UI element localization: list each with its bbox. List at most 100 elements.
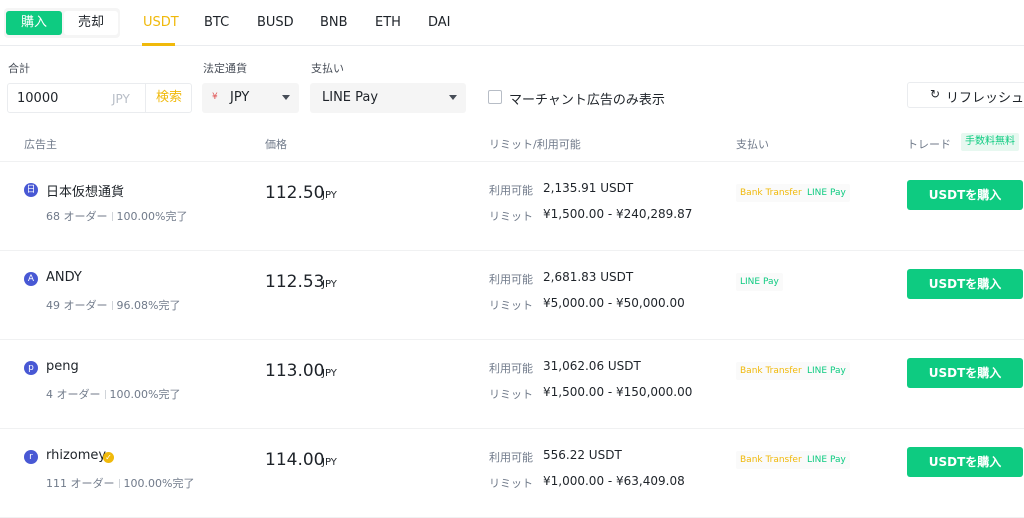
verified-icon: ✓ [103, 452, 114, 463]
buy-usdt-button[interactable]: USDTを購入 [907, 180, 1023, 210]
limit-value: ¥1,000.00 - ¥63,409.08 [543, 474, 685, 488]
payment-select[interactable]: LINE Pay [310, 83, 466, 113]
available-value: 31,062.06 USDT [543, 359, 641, 373]
payment-tag-line-pay: LINE Pay [803, 451, 850, 469]
price-value: 114.00 [265, 450, 325, 470]
price-value: 112.53 [265, 272, 325, 292]
price-currency: JPY [322, 190, 337, 201]
merchant-only-label[interactable]: マーチャント広告のみ表示 [509, 89, 665, 108]
price-value: 113.00 [265, 361, 325, 381]
buy-sell-toggle: 購入 売却 [4, 8, 120, 38]
avatar: r [24, 450, 38, 464]
limit-label: リミット [489, 210, 533, 223]
yen-icon: ¥ [212, 92, 218, 102]
payment-tag-line-pay: LINE Pay [803, 184, 850, 202]
asset-tab-usdt[interactable]: USDT [143, 15, 179, 30]
advertiser-stats: 4 オーダー 100.00%完了 [46, 386, 180, 402]
asset-tab-bnb[interactable]: BNB [320, 15, 348, 30]
available-label: 利用可能 [489, 184, 533, 197]
completion-rate: 100.00%完了 [109, 388, 181, 401]
order-count: 49 オーダー [46, 299, 108, 312]
available-label: 利用可能 [489, 451, 533, 464]
header-price: 価格 [265, 138, 287, 151]
completion-rate: 100.00%完了 [116, 210, 188, 223]
advertiser-stats: 49 オーダー 96.08%完了 [46, 297, 180, 313]
buy-usdt-button[interactable]: USDTを購入 [907, 358, 1023, 388]
table-row: A ANDY 49 オーダー 96.08%完了 112.53 JPY 利用可能 2… [0, 251, 1024, 340]
fiat-select[interactable]: ¥ JPY [202, 83, 299, 113]
available-label: 利用可能 [489, 362, 533, 375]
refresh-label: リフレッシュ [946, 91, 1024, 106]
avatar: 日 [24, 183, 38, 197]
asset-tab-dai[interactable]: DAI [428, 15, 451, 30]
payment-value: LINE Pay [322, 90, 379, 105]
advertiser-stats: 68 オーダー 100.00%完了 [46, 208, 187, 224]
limit-value: ¥5,000.00 - ¥50,000.00 [543, 296, 685, 310]
advertiser-name[interactable]: ANDY [46, 270, 82, 285]
asset-tab-btc[interactable]: BTC [204, 15, 229, 30]
available-label: 利用可能 [489, 273, 533, 286]
divider [111, 212, 113, 221]
header-trade: トレード [907, 138, 951, 151]
header-payment: 支払い [736, 138, 769, 151]
price-currency: JPY [322, 279, 337, 290]
completion-rate: 100.00%完了 [123, 477, 195, 490]
buy-usdt-button[interactable]: USDTを購入 [907, 447, 1023, 477]
chevron-down-icon [282, 95, 290, 100]
limit-value: ¥1,500.00 - ¥150,000.00 [543, 385, 693, 399]
available-value: 2,681.83 USDT [543, 270, 634, 284]
merchant-only-checkbox[interactable] [488, 90, 502, 104]
fiat-label: 法定通貨 [203, 62, 247, 75]
price-value: 112.50 [265, 183, 325, 203]
advertiser-name[interactable]: rhizomey [46, 448, 106, 463]
refresh-icon: ↻ [930, 87, 941, 101]
table-row: r rhizomey ✓ 111 オーダー 100.00%完了 114.00 JP… [0, 429, 1024, 518]
table-row: 日 日本仮想通貨 68 オーダー 100.00%完了 112.50 JPY 利用可… [0, 162, 1024, 251]
top-bar: 購入 売却 USDT BTC BUSD BNB ETH DAI [0, 0, 1024, 46]
sell-tab[interactable]: 売却 [64, 11, 118, 35]
zero-fee-badge: 手数料無料 [961, 133, 1019, 151]
available-value: 556.22 USDT [543, 448, 622, 462]
limit-value: ¥1,500.00 - ¥240,289.87 [543, 207, 693, 221]
limit-label: リミット [489, 477, 533, 490]
amount-label: 合計 [8, 62, 30, 75]
payment-tag-bank-transfer: Bank Transfer [736, 362, 806, 380]
payment-tag-bank-transfer: Bank Transfer [736, 184, 806, 202]
order-count: 111 オーダー [46, 477, 115, 490]
divider [111, 301, 113, 310]
payment-tag-bank-transfer: Bank Transfer [736, 451, 806, 469]
price-currency: JPY [322, 368, 337, 379]
asset-tab-eth[interactable]: ETH [375, 15, 401, 30]
limit-label: リミット [489, 388, 533, 401]
chevron-down-icon [449, 95, 457, 100]
amount-unit: JPY [112, 92, 130, 106]
search-button[interactable]: 検索 [145, 84, 192, 112]
divider [118, 479, 120, 488]
fiat-value: JPY [230, 90, 250, 105]
active-tab-indicator [142, 43, 175, 46]
payment-tag-line-pay: LINE Pay [736, 273, 783, 291]
amount-field[interactable]: 10000 JPY 検索 [7, 83, 192, 113]
advertiser-stats: 111 オーダー 100.00%完了 [46, 475, 194, 491]
refresh-button[interactable]: ↻ リフレッシュ [907, 82, 1024, 108]
limit-label: リミット [489, 299, 533, 312]
avatar: p [24, 361, 38, 375]
payment-tag-line-pay: LINE Pay [803, 362, 850, 380]
divider [104, 390, 106, 399]
advertiser-name[interactable]: peng [46, 359, 79, 374]
asset-tab-busd[interactable]: BUSD [257, 15, 294, 30]
buy-tab[interactable]: 購入 [6, 11, 62, 35]
order-count: 4 オーダー [46, 388, 101, 401]
available-value: 2,135.91 USDT [543, 181, 634, 195]
amount-input[interactable]: 10000 [17, 91, 58, 106]
order-count: 68 オーダー [46, 210, 108, 223]
payment-label: 支払い [311, 62, 344, 75]
header-advertiser: 広告主 [24, 138, 57, 151]
avatar: A [24, 272, 38, 286]
advertiser-name[interactable]: 日本仮想通貨 [46, 181, 124, 200]
buy-usdt-button[interactable]: USDTを購入 [907, 269, 1023, 299]
price-currency: JPY [322, 457, 337, 468]
table-row: p peng 4 オーダー 100.00%完了 113.00 JPY 利用可能 3… [0, 340, 1024, 429]
completion-rate: 96.08%完了 [116, 299, 181, 312]
header-limit: リミット/利用可能 [489, 138, 581, 151]
